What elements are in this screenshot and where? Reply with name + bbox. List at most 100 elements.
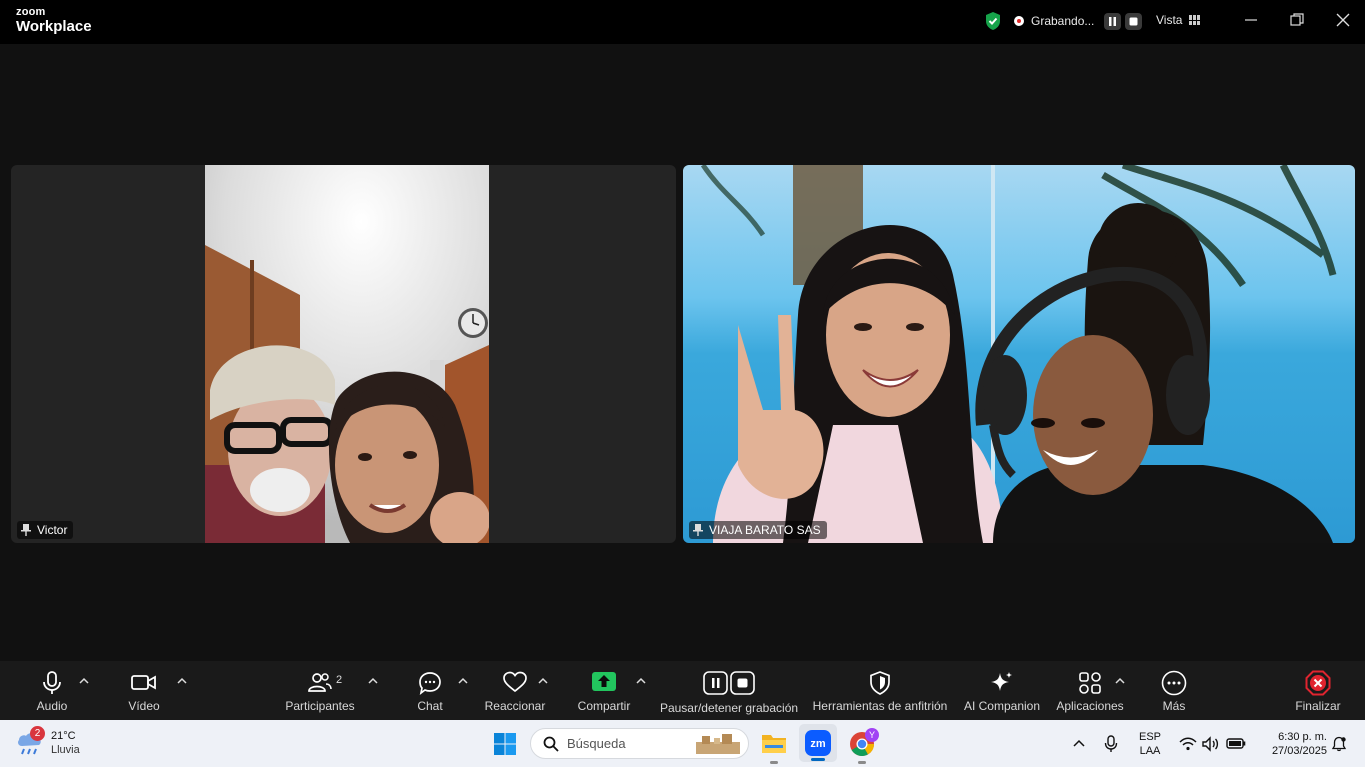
show-hidden-icons-chevron-up-icon[interactable]: [1073, 739, 1085, 747]
temperature: 21°C: [51, 730, 76, 742]
apps-icon: [1079, 672, 1101, 694]
stop-icon: [1129, 17, 1138, 25]
pause-stop-recording-icon: [703, 671, 755, 695]
clock-date: 27/03/2025: [1271, 745, 1327, 757]
video-button[interactable]: Vídeo: [122, 661, 166, 720]
pause-recording-label: Pausar/detener grabación: [659, 701, 799, 715]
file-explorer-icon[interactable]: [761, 731, 787, 755]
video-options-chevron-up-icon[interactable]: [177, 677, 187, 685]
stop-recording-mini-button[interactable]: [1125, 12, 1143, 30]
recording-status: Grabando...: [1031, 14, 1095, 28]
encryption-shield-icon[interactable]: [984, 11, 1002, 31]
video-tile-victor[interactable]: Victor: [11, 165, 676, 543]
tray-microphone-icon[interactable]: [1104, 735, 1118, 753]
search-highlight-image-icon: [696, 734, 740, 754]
share-label: Compartir: [577, 699, 631, 713]
pin-icon: [21, 524, 31, 536]
participants-options-chevron-up-icon[interactable]: [368, 677, 378, 685]
chrome-running-indicator: [858, 761, 866, 764]
apps-options-chevron-up-icon[interactable]: [1115, 677, 1125, 685]
react-options-chevron-up-icon[interactable]: [538, 677, 548, 685]
share-screen-icon: [592, 672, 616, 691]
zoom-taskbar-app[interactable]: zm: [799, 724, 837, 762]
apps-label: Aplicaciones: [1056, 699, 1124, 713]
restore-icon[interactable]: [1289, 12, 1305, 28]
logo-bottom: Workplace: [16, 18, 92, 35]
search-placeholder: Búsqueda: [567, 736, 626, 751]
clock[interactable]: 6:30 p. m. 27/03/2025: [1257, 730, 1327, 758]
clock-time: 6:30 p. m.: [1278, 731, 1327, 743]
recording-area: Grabando...: [984, 10, 1143, 32]
svg-text:zm: zm: [810, 738, 826, 750]
wifi-icon[interactable]: [1179, 737, 1197, 751]
participant-video-feed: [683, 165, 1355, 543]
gallery-grid-icon: [1189, 15, 1201, 25]
sparkle-icon: [991, 672, 1012, 691]
apps-button[interactable]: Aplicaciones: [1056, 661, 1124, 720]
react-button[interactable]: Reaccionar: [484, 661, 546, 720]
zoom-app-icon: zm: [805, 730, 831, 756]
participants-icon: [308, 673, 332, 692]
chat-label: Chat: [417, 699, 443, 713]
video-label: Vídeo: [128, 699, 160, 713]
end-meeting-button[interactable]: Finalizar: [1292, 661, 1344, 720]
participant-name: VIAJA BARATO SAS: [709, 523, 821, 537]
keyboard-layout: LAA: [1139, 745, 1161, 757]
pause-stop-recording-button[interactable]: Pausar/detener grabación: [660, 661, 798, 720]
end-label: Finalizar: [1295, 699, 1341, 713]
windows-taskbar: 2 21°C Lluvia Búsqueda zm Y ESP LAA 6:30…: [0, 720, 1365, 767]
chat-options-chevron-up-icon[interactable]: [458, 677, 468, 685]
recording-dot-icon: [1014, 16, 1024, 26]
minimize-icon[interactable]: [1243, 12, 1259, 28]
audio-label: Audio: [36, 699, 68, 713]
search-icon: [543, 736, 559, 752]
meeting-toolbar: Audio Vídeo Participantes 2 Chat Reaccio…: [0, 661, 1365, 720]
pin-icon: [693, 524, 703, 536]
ai-companion-label: AI Companion: [963, 699, 1041, 713]
microphone-icon: [43, 671, 61, 694]
volume-icon[interactable]: [1202, 736, 1220, 752]
view-button[interactable]: Vista: [1156, 13, 1201, 27]
participant-name-tag: VIAJA BARATO SAS: [689, 521, 827, 539]
chat-button[interactable]: Chat: [410, 661, 450, 720]
participants-count: 2: [336, 674, 343, 686]
chrome-profile-badge: Y: [865, 728, 879, 742]
host-tools-button[interactable]: Herramientas de anfitrión: [812, 661, 948, 720]
participants-button[interactable]: Participantes: [284, 661, 356, 720]
notifications-bell-icon[interactable]: [1331, 736, 1347, 752]
language-code: ESP: [1138, 731, 1161, 743]
title-bar: zoom Workplace Grabando... Vista: [0, 0, 1365, 44]
react-label: Reaccionar: [484, 699, 546, 713]
input-language-indicator[interactable]: ESP LAA: [1136, 730, 1164, 758]
video-camera-icon: [131, 675, 156, 690]
view-label: Vista: [1156, 13, 1183, 27]
audio-options-chevron-up-icon[interactable]: [79, 677, 89, 685]
more-button[interactable]: Más: [1156, 661, 1192, 720]
windows-start-icon[interactable]: [493, 732, 517, 756]
audio-button[interactable]: Audio: [30, 661, 74, 720]
heart-icon: [503, 671, 527, 693]
end-meeting-icon: [1305, 670, 1331, 696]
participants-label: Participantes: [285, 699, 355, 713]
zoom-active-indicator: [811, 758, 825, 761]
weather-condition: Lluvia: [51, 744, 80, 756]
ai-companion-button[interactable]: AI Companion: [962, 661, 1042, 720]
more-label: Más: [1162, 699, 1186, 713]
participant-name: Victor: [37, 523, 68, 537]
more-dots-icon: [1161, 670, 1187, 696]
host-tools-label: Herramientas de anfitrión: [812, 699, 948, 713]
logo-top: zoom: [16, 6, 46, 18]
video-stage: Victor VIAJA BARATO SAS: [0, 44, 1365, 661]
close-icon[interactable]: [1335, 12, 1351, 28]
video-tile-viaja-barato[interactable]: VIAJA BARATO SAS: [683, 165, 1355, 543]
weather-widget[interactable]: 21°C Lluvia: [51, 729, 80, 757]
chat-bubble-icon: [419, 672, 441, 695]
taskbar-search-box[interactable]: Búsqueda: [530, 728, 749, 759]
share-screen-button[interactable]: Compartir: [574, 661, 634, 720]
host-tools-shield-icon: [870, 671, 890, 695]
share-options-chevron-up-icon[interactable]: [636, 677, 646, 685]
weather-notification-badge: 2: [30, 726, 45, 741]
pause-recording-mini-button[interactable]: [1104, 12, 1122, 30]
pause-icon: [1109, 16, 1117, 26]
battery-charging-icon[interactable]: [1226, 737, 1246, 750]
